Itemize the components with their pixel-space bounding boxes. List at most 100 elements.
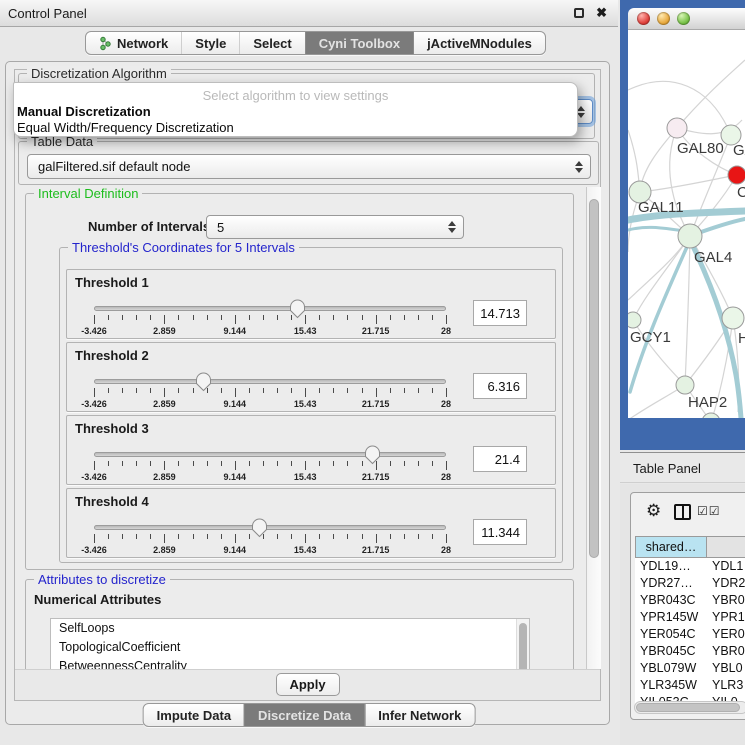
table-cell: YLR345W bbox=[635, 677, 707, 694]
table-horizontal-scrollbar[interactable] bbox=[634, 701, 745, 714]
tab-label: Select bbox=[253, 36, 291, 51]
settings-scrollbar-thumb[interactable] bbox=[589, 199, 599, 558]
table-row[interactable]: YER054CYER0 bbox=[635, 626, 745, 643]
cyni-content-pane: Discretization Algorithm Table Data galF… bbox=[14, 69, 601, 701]
slider-track[interactable] bbox=[94, 525, 446, 530]
threshold-value-field[interactable] bbox=[473, 373, 527, 399]
threshold-slider[interactable]: -3.4262.8599.14415.4321.71528 bbox=[94, 376, 446, 410]
slider-thumb[interactable] bbox=[289, 299, 306, 319]
attribute-item-topologicalcoefficient[interactable]: TopologicalCoefficient bbox=[51, 638, 529, 657]
tab-network[interactable]: Network bbox=[86, 32, 181, 54]
attribute-item-selfloops[interactable]: SelfLoops bbox=[51, 619, 529, 638]
network-nodes[interactable] bbox=[628, 118, 745, 418]
columns-icon[interactable] bbox=[674, 504, 691, 520]
tab-label: Discretize Data bbox=[258, 708, 351, 723]
tab-label: Cyni Toolbox bbox=[319, 36, 400, 51]
threshold-label: Threshold 2 bbox=[75, 348, 149, 363]
tab-infer-network[interactable]: Infer Network bbox=[364, 704, 474, 726]
table-cell: YBR0 bbox=[707, 643, 745, 660]
slider-thumb[interactable] bbox=[195, 372, 212, 392]
table-cell: YPR145W bbox=[635, 609, 707, 626]
tab-jactivemnodules[interactable]: jActiveMNodules bbox=[413, 32, 545, 54]
table-row[interactable]: YBR043CYBR0 bbox=[635, 592, 745, 609]
tick-label: 15.43 bbox=[294, 326, 317, 336]
tick-label: 15.43 bbox=[294, 545, 317, 555]
slider-thumb[interactable] bbox=[364, 445, 381, 465]
network-node[interactable] bbox=[628, 312, 641, 328]
table-row[interactable]: YDR27…YDR2 bbox=[635, 575, 745, 592]
slider-tick-labels: -3.4262.8599.14415.4321.71528 bbox=[94, 472, 446, 482]
popup-option-equal-width-frequency-discretization[interactable]: Equal Width/Frequency Discretization bbox=[17, 120, 234, 135]
slider-track[interactable] bbox=[94, 452, 446, 457]
number-of-intervals-label: Number of Intervals bbox=[88, 219, 210, 234]
network-canvas[interactable]: GAL80GACGAL11GAL4GCY1HHAP2 bbox=[628, 30, 745, 418]
float-window-icon[interactable] bbox=[574, 8, 584, 18]
attributes-group-title: Attributes to discretize bbox=[34, 572, 170, 587]
threshold-panel: Threshold 4 -3.4262.8599.14415.4321.7152… bbox=[66, 488, 556, 558]
table-column-header[interactable]: na bbox=[707, 536, 745, 558]
attributes-scrollbar-thumb[interactable] bbox=[519, 623, 527, 669]
slider-tick-labels: -3.4262.8599.14415.4321.71528 bbox=[94, 326, 446, 336]
table-cell: YDR2 bbox=[707, 575, 745, 592]
threshold-value-field[interactable] bbox=[473, 300, 527, 326]
network-node[interactable] bbox=[676, 376, 694, 394]
tick-label: 9.144 bbox=[224, 472, 247, 482]
network-node[interactable] bbox=[667, 118, 687, 138]
slider-track[interactable] bbox=[94, 306, 446, 311]
settings-scroll-area: Interval Definition Number of Intervals … bbox=[18, 187, 601, 669]
tab-cyni-toolbox[interactable]: Cyni Toolbox bbox=[305, 32, 413, 54]
table-row[interactable]: YBR045CYBR0 bbox=[635, 643, 745, 660]
table-data-group: Table Data galFiltered.sif default node bbox=[18, 141, 599, 185]
select-checkboxes-icon[interactable]: ☑☑ bbox=[697, 504, 721, 518]
slider-ticks bbox=[94, 461, 446, 471]
network-node[interactable] bbox=[728, 166, 745, 184]
close-icon[interactable]: ✖ bbox=[596, 5, 607, 21]
zoom-window-button[interactable] bbox=[677, 12, 690, 25]
settings-vertical-scrollbar[interactable] bbox=[586, 187, 601, 669]
interval-definition-title: Interval Definition bbox=[34, 187, 142, 201]
tick-label: 28 bbox=[441, 472, 451, 482]
tab-select[interactable]: Select bbox=[239, 32, 304, 54]
table-cell: YPR1 bbox=[707, 609, 745, 626]
table-row[interactable]: YLR345WYLR3 bbox=[635, 677, 745, 694]
threshold-slider[interactable]: -3.4262.8599.14415.4321.71528 bbox=[94, 303, 446, 337]
table-row[interactable]: YPR145WYPR1 bbox=[635, 609, 745, 626]
table-row[interactable]: YBL079WYBL0 bbox=[635, 660, 745, 677]
threshold-value-field[interactable] bbox=[473, 519, 527, 545]
slider-thumb[interactable] bbox=[251, 518, 268, 538]
table-horizontal-scrollbar-thumb[interactable] bbox=[636, 703, 740, 712]
table-toolbar: ⚙ ☑☑ bbox=[631, 493, 745, 535]
tick-label: 21.715 bbox=[362, 545, 390, 555]
table-data-combobox[interactable]: galFiltered.sif default node bbox=[27, 154, 591, 179]
network-node[interactable] bbox=[678, 224, 702, 248]
slider-track[interactable] bbox=[94, 379, 446, 384]
threshold-value-field[interactable] bbox=[473, 446, 527, 472]
tab-style[interactable]: Style bbox=[181, 32, 239, 54]
apply-button[interactable]: Apply bbox=[276, 673, 340, 696]
table-row[interactable]: YDL19…YDL1 bbox=[635, 558, 745, 575]
threshold-slider[interactable]: -3.4262.8599.14415.4321.71528 bbox=[94, 522, 446, 556]
tab-discretize-data[interactable]: Discretize Data bbox=[244, 704, 364, 726]
table-cell: YBL079W bbox=[635, 660, 707, 677]
network-window-titlebar bbox=[628, 8, 745, 30]
table-header-row: shared…na bbox=[635, 536, 745, 558]
table-cell: YBR045C bbox=[635, 643, 707, 660]
tick-label: 15.43 bbox=[294, 399, 317, 409]
threshold-slider[interactable]: -3.4262.8599.14415.4321.71528 bbox=[94, 449, 446, 483]
attributes-scrollbar[interactable] bbox=[516, 619, 529, 669]
attribute-item-betweennesscentrality[interactable]: BetweennessCentrality bbox=[51, 657, 529, 669]
tab-label: Network bbox=[117, 36, 168, 51]
table-column-header[interactable]: shared… bbox=[635, 536, 707, 558]
thresholds-group-title: Threshold's Coordinates for 5 Intervals bbox=[68, 240, 299, 255]
close-window-button[interactable] bbox=[637, 12, 650, 25]
minimize-window-button[interactable] bbox=[657, 12, 670, 25]
network-node[interactable] bbox=[722, 307, 744, 329]
bottom-tab-bar: Impute Data Discretize Data Infer Network bbox=[143, 703, 476, 727]
number-of-intervals-combobox[interactable]: 5 bbox=[206, 215, 464, 239]
node-table[interactable]: shared…na YDL19…YDL1YDR27…YDR2YBR043CYBR… bbox=[635, 536, 745, 711]
gear-icon[interactable]: ⚙ bbox=[646, 501, 661, 521]
table-rows: YDL19…YDL1YDR27…YDR2YBR043CYBR0YPR145WYP… bbox=[635, 558, 745, 711]
tab-impute-data[interactable]: Impute Data bbox=[144, 704, 244, 726]
numerical-attributes-list[interactable]: SelfLoopsTopologicalCoefficientBetweenne… bbox=[50, 618, 530, 669]
popup-option-manual-discretization[interactable]: Manual Discretization bbox=[17, 104, 151, 119]
